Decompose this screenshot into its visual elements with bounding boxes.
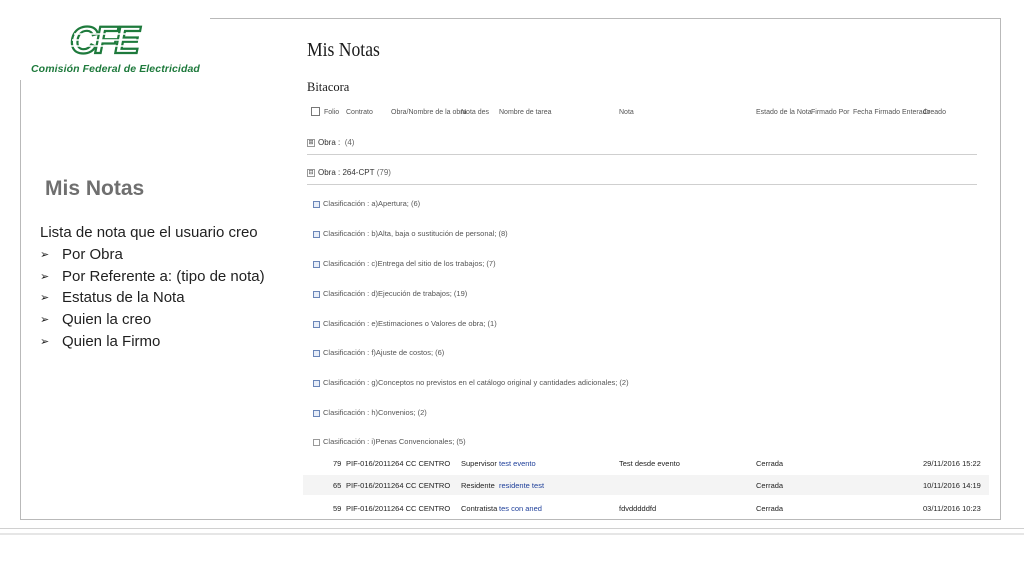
column-header-tarea[interactable]: Nombre de tarea [499, 109, 552, 116]
expand-toggle-icon[interactable] [313, 409, 320, 417]
app-subtitle: Bitacora [307, 80, 350, 94]
table-row[interactable]: 59 PIF-016/2011 264 CC CENTRO Contratist… [303, 498, 989, 513]
group-row-obra-264-cpt[interactable]: ⊟ Obra : 264-CPT (79) [307, 168, 391, 177]
expand-toggle-icon[interactable] [313, 349, 320, 357]
group-divider [307, 154, 977, 155]
expand-toggle-icon[interactable] [313, 290, 320, 298]
expand-toggle-icon[interactable]: ⊞ [307, 138, 315, 147]
expand-toggle-icon[interactable] [313, 379, 320, 387]
expand-toggle-icon[interactable] [313, 320, 320, 328]
clasificacion-row[interactable]: Clasificación : i)Penas Convencionales; … [313, 437, 466, 446]
logo-company-name: Comisión Federal de Electricidad [31, 63, 200, 75]
clasificacion-row[interactable]: Clasificación : f)Ajuste de costos; (6) [313, 348, 444, 357]
column-header-fecha-firmado[interactable]: Fecha Firmado Enterado [853, 109, 930, 116]
group-divider [307, 184, 977, 185]
table-row[interactable]: 65 PIF-016/2011 264 CC CENTRO Residente … [303, 475, 989, 495]
arrow-bullet-icon: ➢ [40, 292, 50, 305]
column-header-firmado-por[interactable]: Firmado Por [811, 109, 850, 116]
clasificacion-row[interactable]: Clasificación : b)Alta, baja o sustituci… [313, 229, 508, 238]
mis-notas-screenshot: Mis Notas Bitacora Folio Contrato Obra/N… [303, 35, 989, 513]
feature-item: ➢ Por Referente a: (tipo de nota) [40, 267, 265, 285]
expand-toggle-icon[interactable] [313, 260, 320, 268]
collapse-toggle-icon[interactable] [313, 438, 320, 446]
clasificacion-row[interactable]: Clasificación : g)Conceptos no previstos… [313, 378, 629, 387]
arrow-bullet-icon: ➢ [40, 249, 50, 262]
clasificacion-row[interactable]: Clasificación : e)Estimaciones o Valores… [313, 319, 497, 328]
column-header-creado[interactable]: Creado [923, 109, 946, 116]
task-link[interactable]: residente test [499, 481, 544, 490]
feature-list: ➢ Por Obra ➢ Por Referente a: (tipo de not… [40, 244, 265, 352]
group-row-obra[interactable]: ⊞ Obra : (4) [307, 138, 354, 147]
column-header-estado[interactable]: Estado de la Nota [756, 109, 812, 116]
slide-frame-right [1000, 18, 1001, 520]
column-header-folio[interactable]: Folio [324, 109, 339, 116]
table-row[interactable]: 79 PIF-016/2011 264 CC CENTRO Supervisor… [303, 453, 989, 473]
feature-item: ➢ Estatus de la Nota [40, 289, 185, 307]
expand-toggle-icon[interactable] [313, 200, 320, 208]
select-all-checkbox[interactable] [311, 107, 320, 116]
slide-frame-left [20, 80, 21, 520]
footer-divider [0, 528, 1024, 529]
clasificacion-row[interactable]: Clasificación : a)Apertura; (6) [313, 199, 420, 208]
cfe-logo: CFE Comisión Federal de Electricidad [24, 20, 210, 80]
column-header-nota-des[interactable]: Nota des [461, 109, 489, 116]
slide-title: Mis Notas [45, 177, 145, 200]
arrow-bullet-icon: ➢ [40, 335, 50, 348]
arrow-bullet-icon: ➢ [40, 314, 50, 327]
feature-item: ➢ Quien la Firmo [40, 332, 161, 350]
expand-toggle-icon[interactable] [313, 230, 320, 238]
feature-item: ➢ Quien la creo [40, 311, 152, 329]
slide-frame-bottom [20, 519, 1001, 520]
cfe-logo-mark: CFE [69, 22, 160, 58]
clasificacion-row[interactable]: Clasificación : d)Ejecución de trabajos;… [313, 289, 467, 298]
slide-frame-top [210, 18, 1000, 19]
table-header: Folio Contrato Obra/Nombre de la obra No… [303, 101, 989, 123]
collapse-toggle-icon[interactable]: ⊟ [307, 168, 315, 177]
app-page-title: Mis Notas [307, 39, 380, 61]
slide-description: Lista de nota que el usuario creo [40, 224, 258, 241]
task-link[interactable]: tes con aned [499, 504, 542, 513]
task-link[interactable]: test evento [499, 459, 536, 468]
footer-divider-shadow [0, 533, 1024, 535]
arrow-bullet-icon: ➢ [40, 270, 50, 283]
clasificacion-row[interactable]: Clasificación : h)Convenios; (2) [313, 408, 427, 417]
column-header-obra[interactable]: Obra/Nombre de la obra [391, 109, 466, 116]
feature-item: ➢ Por Obra [40, 246, 123, 264]
clasificacion-row[interactable]: Clasificación : c)Entrega del sitio de l… [313, 259, 496, 268]
column-header-nota[interactable]: Nota [619, 109, 634, 116]
column-header-contrato[interactable]: Contrato [346, 109, 373, 116]
